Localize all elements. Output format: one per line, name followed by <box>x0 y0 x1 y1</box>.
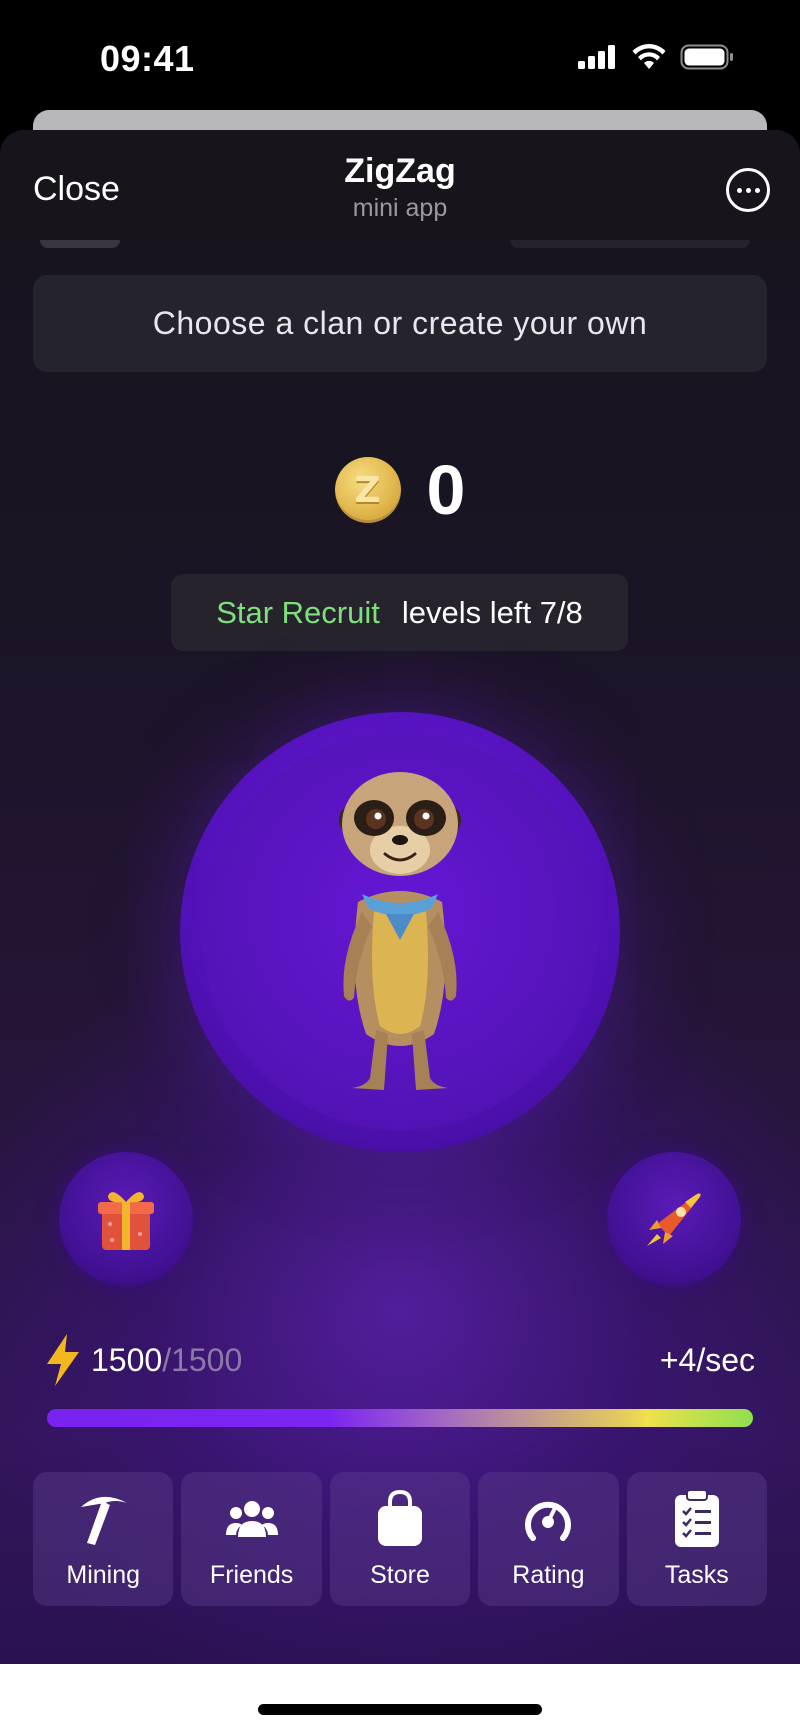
signal-icon <box>578 45 615 69</box>
nav-item-store[interactable]: Store <box>329 1472 471 1606</box>
nav-item-tasks[interactable]: Tasks <box>626 1472 768 1606</box>
home-indicator-area <box>0 1664 800 1734</box>
gift-button[interactable] <box>59 1152 193 1286</box>
boost-button[interactable] <box>607 1152 741 1286</box>
choose-clan-button[interactable]: Choose a clan or create your own <box>33 275 767 372</box>
energy-current: 1500 <box>91 1341 163 1378</box>
scrolled-content-peek <box>40 240 760 250</box>
more-options-button[interactable] <box>726 168 770 212</box>
app-title: ZigZag <box>344 152 456 190</box>
nav-label-tasks: Tasks <box>664 1560 729 1589</box>
status-bar: 09:41 <box>0 0 800 110</box>
nav-label-mining: Mining <box>66 1560 141 1589</box>
level-progress: levels left 7/8 <box>401 594 583 630</box>
app-subtitle: mini app <box>352 194 448 222</box>
app-sheet: Close ZigZag mini app Choose a clan or c… <box>0 130 800 1664</box>
peek-card <box>510 240 750 248</box>
status-icons <box>578 44 734 70</box>
nav-label-friends: Friends <box>209 1560 294 1589</box>
level-name: Star Recruit <box>216 594 380 630</box>
peek-avatar <box>40 240 120 248</box>
lightning-icon <box>47 1334 79 1386</box>
energy-row: 1500/1500 +4/sec <box>45 1330 755 1390</box>
meerkat-character-icon <box>339 772 461 1090</box>
nav-label-store: Store <box>370 1560 430 1589</box>
energy-max: /1500 <box>162 1341 243 1378</box>
nav-item-mining[interactable]: Mining <box>33 1472 174 1606</box>
energy-rate: +4/sec <box>659 1341 755 1378</box>
gauge-icon <box>525 1501 572 1541</box>
wifi-icon <box>632 44 666 69</box>
coin-letter: Z <box>354 469 381 511</box>
battery-icon <box>680 44 733 70</box>
more-dot-icon <box>754 187 760 193</box>
more-dot-icon <box>736 187 742 193</box>
nav-label-rating: Rating <box>512 1560 585 1589</box>
rocket-icon <box>647 1193 701 1246</box>
status-time: 09:41 <box>100 38 195 79</box>
nav-item-rating[interactable]: Rating <box>478 1472 619 1606</box>
home-indicator[interactable] <box>258 1704 542 1715</box>
tap-character-button[interactable] <box>180 712 620 1152</box>
zigzag-coin-icon: Z <box>334 457 401 523</box>
friends-icon <box>225 1500 278 1537</box>
clipboard-icon <box>674 1488 719 1547</box>
bottom-navigation: Mining Friends Store Rating Tasks <box>33 1472 768 1606</box>
balance-value: 0 <box>426 451 466 529</box>
pickaxe-icon <box>81 1496 128 1545</box>
app-header: Close ZigZag mini app <box>0 130 800 240</box>
shopping-bag-icon <box>378 1489 423 1546</box>
level-badge[interactable]: Star Recruit levels left 7/8 <box>171 574 628 651</box>
gift-icon <box>98 1192 154 1250</box>
energy-progress-bar <box>47 1409 753 1427</box>
more-dot-icon <box>745 187 751 193</box>
balance-display: Z 0 <box>0 450 800 530</box>
nav-item-friends[interactable]: Friends <box>181 1472 322 1606</box>
